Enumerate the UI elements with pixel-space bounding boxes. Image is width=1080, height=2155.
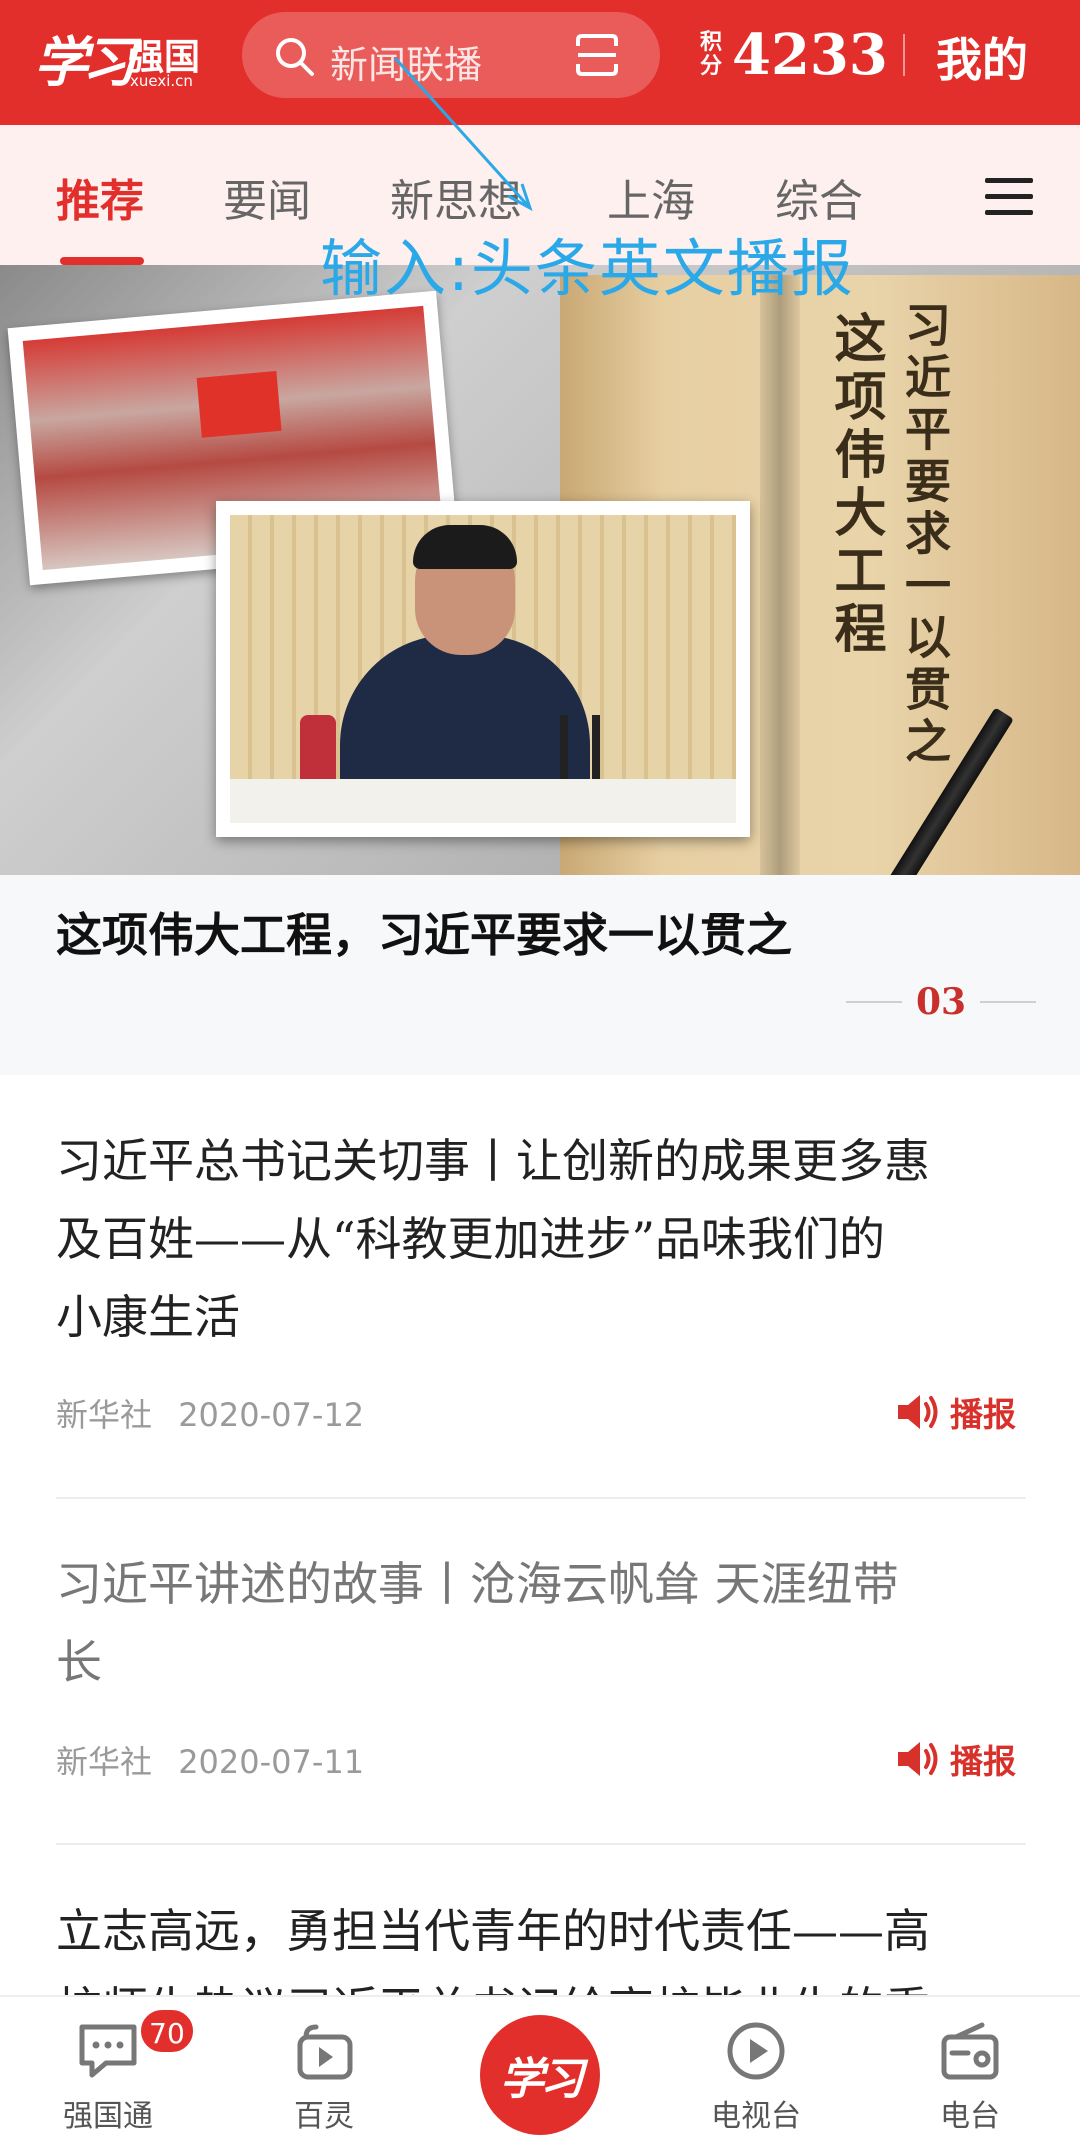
search-icon (276, 38, 314, 76)
article-title-line: 及百姓——从“科教更加进步”品味我们的 (56, 1212, 886, 1266)
mine-button[interactable]: 我的 (936, 24, 1028, 90)
broadcast-button[interactable]: 播报 (894, 1735, 1016, 1783)
nav-label: 电视台 (711, 2099, 801, 2134)
article-date: 2020-07-11 (178, 1743, 365, 1781)
points-value: 4233 (732, 22, 888, 88)
article-title-line: 长 (56, 1635, 102, 1689)
banner-page-number: 03 (916, 981, 967, 1023)
feed-divider (56, 1843, 1026, 1845)
unread-badge: 70 (138, 2007, 196, 2055)
top-header: 学习 强国 xuexi.cn 新闻联播 积 分 4233 我的 (0, 0, 1080, 125)
scan-icon[interactable] (574, 32, 620, 78)
play-circle-icon (727, 2022, 785, 2080)
article-title-line: 习近平讲述的故事丨沧海云帆耸 天涯纽带 (56, 1557, 899, 1611)
header-divider (903, 34, 905, 76)
article-item[interactable]: 习近平总书记关切事丨让创新的成果更多惠 及百姓——从“科教更加进步”品味我们的 … (56, 1122, 1026, 1452)
article-title-line: 小康生活 (56, 1290, 240, 1344)
nav-label: 电台 (940, 2099, 1000, 2134)
app-logo[interactable]: 学习 强国 xuexi.cn (34, 10, 214, 110)
article-source: 新华社 (56, 1396, 153, 1434)
tab-headlines[interactable]: 要闻 (223, 165, 311, 229)
nav-item-bailing[interactable]: 百灵 (244, 2019, 404, 2135)
menu-icon[interactable] (985, 178, 1033, 218)
points-display[interactable]: 积 分 4233 (700, 20, 888, 90)
banner-headline: 这项伟大工程，习近平要求一以贯之 (56, 908, 792, 962)
nav-item-tv[interactable]: 电视台 (676, 2019, 836, 2135)
banner-vertical-subtitle: 习近平要求一以贯之 (898, 301, 952, 769)
article-source: 新华社 (56, 1743, 153, 1781)
annotation-text: 输入:头条英文播报 (320, 232, 855, 305)
banner-vertical-title: 这项伟大工程 (825, 311, 886, 659)
article-title: 习近平讲述的故事丨沧海云帆耸 天涯纽带 长 (56, 1545, 1026, 1701)
tab-active-indicator (60, 257, 144, 265)
points-label-bottom: 分 (700, 54, 723, 79)
broadcast-label: 播报 (950, 1395, 1016, 1434)
feed-divider (56, 1497, 1026, 1499)
nav-label: 百灵 (294, 2099, 354, 2134)
article-item[interactable]: 习近平讲述的故事丨沧海云帆耸 天涯纽带 长 新华社 2020-07-11 播报 (56, 1545, 1026, 1795)
article-meta: 新华社 2020-07-12 (56, 1390, 364, 1436)
speaker-icon (898, 1742, 938, 1776)
speaker-icon (898, 1395, 938, 1429)
broadcast-button[interactable]: 播报 (894, 1388, 1016, 1436)
banner-caption[interactable]: 这项伟大工程，习近平要求一以贯之 03 (0, 875, 1080, 1075)
xuexi-logo[interactable]: 学习 (480, 2015, 600, 2135)
bottom-nav: 强国通 70 百灵 学习 电视台 电台 (0, 1995, 1080, 2155)
article-title-line: 立志高远，勇担当代青年的时代责任——高 (56, 1904, 930, 1958)
nav-item-radio[interactable]: 电台 (890, 2019, 1050, 2135)
radio-icon (941, 2022, 999, 2080)
hero-banner[interactable]: 这项伟大工程 习近平要求一以贯之 (0, 265, 1080, 875)
chat-icon (79, 2024, 137, 2078)
video-bag-icon (297, 2024, 353, 2080)
points-label-top: 积 (700, 30, 723, 55)
search-placeholder: 新闻联播 (330, 43, 483, 87)
broadcast-label: 播报 (950, 1742, 1016, 1781)
points-label: 积 分 (700, 31, 724, 79)
search-bar[interactable]: 新闻联播 (242, 12, 660, 98)
tab-recommend[interactable]: 推荐 (56, 165, 144, 229)
article-title-line: 习近平总书记关切事丨让创新的成果更多惠 (56, 1134, 930, 1188)
article-meta: 新华社 2020-07-11 (56, 1737, 364, 1783)
banner-photo-speaker (216, 501, 750, 837)
app-screen: 学习 强国 xuexi.cn 新闻联播 积 分 4233 我的 推荐 要闻 新思… (0, 0, 1080, 2155)
article-title: 习近平总书记关切事丨让创新的成果更多惠 及百姓——从“科教更加进步”品味我们的 … (56, 1122, 1026, 1356)
logo-main-text: 学习 (34, 30, 136, 94)
logo-url-text: xuexi.cn (130, 72, 193, 90)
nav-label: 强国通 (63, 2099, 153, 2134)
banner-pager: 03 (846, 981, 1037, 1023)
article-date: 2020-07-12 (178, 1396, 365, 1434)
